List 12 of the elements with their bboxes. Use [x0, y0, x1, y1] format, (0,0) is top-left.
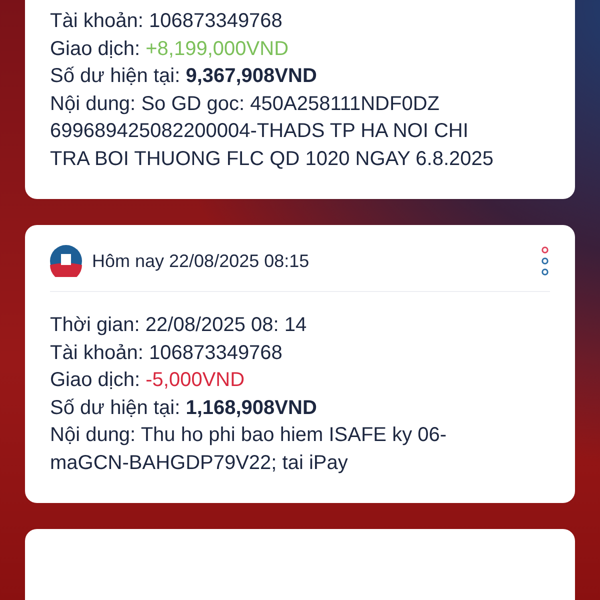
- detail-line: Tài khoản: 106873349768: [50, 340, 284, 366]
- notification-time: Hôm nay 22/08/2025 08:15: [92, 250, 310, 272]
- detail-line: Giao dịch: +8,199,000VND: [50, 36, 290, 62]
- bank-logo-icon: [50, 245, 82, 277]
- detail-line: Thời gian: 22/08/2025 08: 14: [50, 313, 308, 338]
- detail-line: Số dư hiện tại: 1,168,908VND: [50, 396, 318, 420]
- detail-line: Nội dung: So GD goc: 450A258111NDF0DZ 699689425082200004-THADS TP HA NOI CHI TRA BOI THUONG FLC QD 1020 NGAY 6.8.2025: [50, 92, 495, 172]
- more-icon[interactable]: [540, 246, 550, 276]
- detail-line: Giao dịch: -5,000VND: [50, 368, 246, 393]
- detail-line: Nội dung: Thu ho phi bao hiem ISAFE ky 06-maGCN-BAHGDP79V22; tai iPay: [50, 423, 448, 476]
- detail-line: Số dư hiện tại: 9,367,908VND: [50, 64, 318, 89]
- detail-line: Tài khoản: 106873349768: [50, 9, 284, 34]
